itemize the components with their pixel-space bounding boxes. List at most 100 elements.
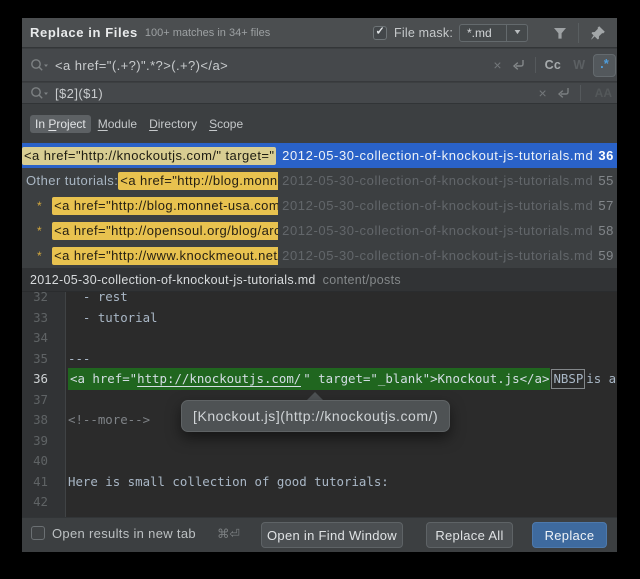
result-snippet: * <a href="http://www.knockmeout.net/20: [22, 243, 278, 268]
screen-background: Replace in Files 100+ matches in 34+ fil…: [0, 0, 640, 579]
match-count-summary: 100+ matches in 34+ files: [144, 26, 271, 39]
replace-field-icons: × AA: [538, 85, 617, 101]
result-snippet: <a href="http://knockoutjs.com/" target=…: [22, 143, 278, 168]
match-highlight: <a href="http://blog.monnet-usa.com/?p: [52, 196, 278, 215]
result-line-number: 59: [598, 248, 614, 263]
search-field-row[interactable]: <a href="(.+?)".*?>(.+?)</a> × Cc W .*: [22, 49, 617, 82]
scope-tab-mnemonic: D: [149, 117, 158, 131]
match-highlight: <a href="http://opensoul.org/blog/archi: [52, 221, 278, 240]
scope-tab-directory[interactable]: Directory: [144, 115, 202, 133]
code-line: ---: [68, 349, 617, 370]
clear-replace-icon[interactable]: ×: [538, 86, 546, 100]
replacement-preview-tooltip: [Knockout.js](http://knockoutjs.com/): [181, 400, 451, 432]
match-case-toggle[interactable]: Cc: [545, 58, 562, 72]
titlebar-controls: ✓ File mask: *.md ▼: [373, 22, 608, 43]
replace-magnifier-icon[interactable]: [30, 86, 49, 100]
line-number: 35: [33, 350, 48, 366]
search-query-input[interactable]: <a href="(.+?)".*?>(.+?)</a>: [55, 58, 228, 73]
dialog-title: Replace in Files: [30, 25, 138, 40]
line-number: 39: [33, 432, 48, 448]
line-number: 34: [33, 330, 48, 345]
open-in-find-window-button[interactable]: Open in Find Window: [261, 522, 403, 548]
result-line-number: 58: [598, 223, 614, 238]
match-highlight: <a href="http://blog.monnet-u: [118, 171, 278, 190]
replace-shortcut-hint: ⌘⏎: [216, 525, 240, 541]
file-mask-combobox[interactable]: *.md ▼: [459, 23, 528, 42]
result-file-name: 2012-05-30-collection-of-knockout-js-tut…: [282, 173, 594, 188]
snippet-bullet: *: [37, 198, 43, 213]
line-number: 42: [33, 494, 48, 509]
result-file-info: 2012-05-30-collection-of-knockout-js-tut…: [282, 243, 614, 268]
insert-newline-icon[interactable]: [511, 58, 526, 72]
scope-tab-mnemonic: P: [48, 117, 57, 131]
result-file-info: 2012-05-30-collection-of-knockout-js-tut…: [282, 193, 614, 218]
editor-gutter: 32 33 34 35 36 37 38 39 40 41 42: [22, 292, 66, 517]
result-row[interactable]: * <a href="http://blog.monnet-usa.com/?p 2…: [22, 193, 617, 218]
words-toggle[interactable]: W: [573, 58, 585, 72]
matched-code-segment: " target="_blank">Knockout.js</a>: [301, 368, 551, 390]
scope-tab-text: roject: [56, 117, 86, 131]
result-row[interactable]: Other tutorials: <a href="http://blog.mon…: [22, 168, 617, 193]
replace-button[interactable]: Replace: [532, 522, 607, 548]
open-results-new-tab-label: Open results in new tab: [52, 525, 196, 541]
result-row[interactable]: * <a href="http://opensoul.org/blog/archi…: [22, 218, 617, 243]
replace-text-input[interactable]: [$2]($1): [55, 86, 103, 101]
result-snippet: * <a href="http://blog.monnet-usa.com/?p: [22, 193, 278, 218]
clear-search-icon[interactable]: ×: [493, 58, 501, 72]
nbsp-marker: NBSP: [551, 369, 586, 389]
file-mask-dropdown-button[interactable]: ▼: [506, 24, 527, 41]
result-row[interactable]: * <a href="http://www.knockmeout.net/20 20…: [22, 243, 617, 268]
code-line: - tutorial: [68, 308, 617, 329]
filter-icon[interactable]: [553, 26, 567, 40]
result-file-info: 2012-05-30-collection-of-knockout-js-tut…: [282, 168, 614, 193]
results-list: <a href="http://knockoutjs.com/" target=…: [22, 143, 617, 268]
result-file-name: 2012-05-30-collection-of-knockout-js-tut…: [282, 223, 594, 238]
result-row[interactable]: <a href="http://knockoutjs.com/" target=…: [22, 143, 617, 168]
file-mask-checkbox[interactable]: ✓: [373, 25, 388, 40]
scope-tab-scope[interactable]: Scope: [204, 115, 248, 133]
scope-tab-text: cope: [217, 117, 244, 131]
code-segment: is a: [586, 371, 617, 386]
replace-field-row[interactable]: [$2]($1) × AA: [22, 83, 617, 104]
titlebar-separator: [578, 22, 579, 43]
code-line: - rest: [68, 292, 617, 308]
code-line: Here is small collection of good tutoria…: [68, 472, 617, 493]
result-line-number: 36: [598, 148, 614, 163]
open-results-new-tab-checkbox[interactable]: [31, 526, 45, 540]
code-segment: <!--more-->: [68, 412, 151, 427]
scope-tab-text: odule: [107, 117, 138, 131]
result-snippet: Other tutorials: <a href="http://blog.mon…: [22, 168, 278, 193]
insert-newline-icon[interactable]: [556, 86, 571, 100]
line-number: 37: [33, 391, 48, 407]
result-line-number: 57: [598, 198, 614, 213]
chevron-down-icon: ▼: [512, 29, 522, 36]
regex-toggle[interactable]: .*: [593, 53, 616, 77]
file-mask-value: *.md: [467, 25, 492, 40]
preserve-case-toggle[interactable]: AA: [595, 86, 612, 100]
match-highlight: <a href="http://knockoutjs.com/" target=…: [22, 146, 277, 165]
match-highlight: <a href="http://www.knockmeout.net/20: [52, 246, 278, 265]
scope-tab-text: In: [35, 117, 49, 131]
scope-tab-mnemonic: M: [97, 117, 108, 131]
result-file-name: 2012-05-30-collection-of-knockout-js-tut…: [282, 198, 594, 213]
line-number: 38: [33, 412, 48, 427]
preview-file-header: 2012-05-30-collection-of-knockout-js-tut…: [22, 268, 617, 292]
pin-icon[interactable]: [589, 24, 607, 42]
scope-tab-mnemonic: S: [209, 117, 218, 131]
dialog-footer: Open results in new tab ⌘⏎ Open in Find …: [22, 517, 617, 552]
result-line-number: 55: [598, 173, 614, 188]
scope-tab-module[interactable]: Module: [93, 115, 142, 133]
replacement-preview-text: [Knockout.js](http://knockoutjs.com/): [193, 408, 439, 424]
icons-separator: [579, 85, 581, 101]
result-file-info: 2012-05-30-collection-of-knockout-js-tut…: [282, 218, 614, 243]
replace-all-button[interactable]: Replace All: [426, 522, 513, 548]
result-snippet: * <a href="http://opensoul.org/blog/archi: [22, 218, 278, 243]
scope-tab-in-project[interactable]: In Project: [30, 115, 91, 133]
code-segment: Here is small collection of good tutoria…: [68, 473, 389, 489]
search-magnifier-icon[interactable]: [30, 58, 49, 72]
line-number: 33: [33, 309, 48, 325]
